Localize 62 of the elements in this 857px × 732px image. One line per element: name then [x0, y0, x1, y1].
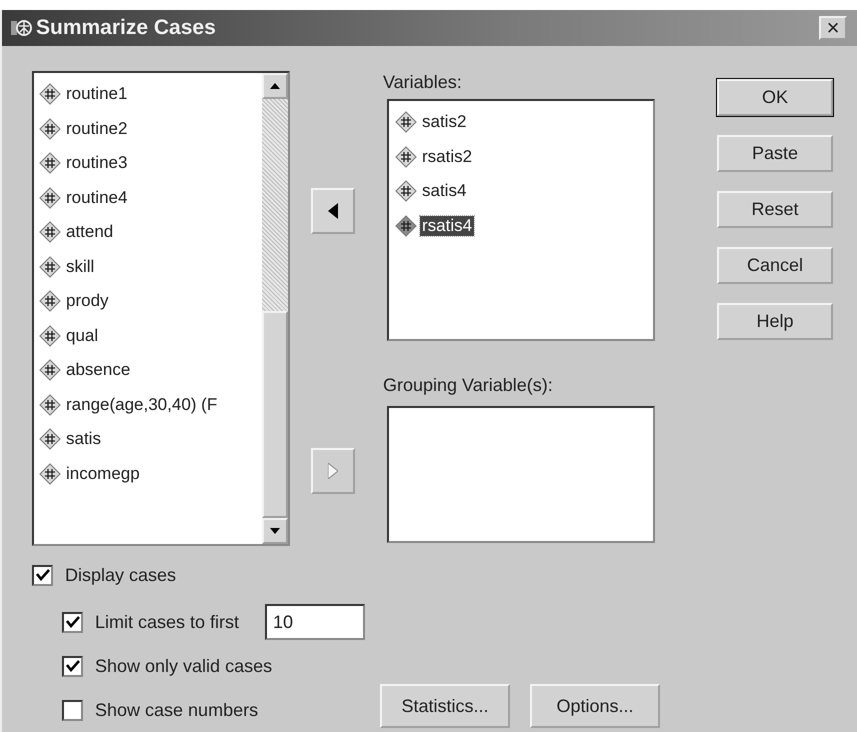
variable-list-item[interactable]: range(age,30,40) (F — [64, 394, 220, 415]
variable-list-item[interactable]: incomegp — [64, 464, 142, 484]
variable-list-item[interactable]: absence — [64, 360, 132, 380]
numeric-variable-icon — [395, 214, 417, 237]
checkbox-label: Display cases — [65, 564, 176, 586]
scrollbar[interactable] — [262, 73, 288, 544]
variable-list-item[interactable]: routine3 — [64, 153, 130, 174]
grouping-variables-label: Grouping Variable(s): — [383, 374, 554, 397]
variable-list-item[interactable]: satis4 — [420, 181, 468, 202]
numeric-variable-icon — [39, 186, 61, 209]
dialog-button[interactable]: Reset — [717, 191, 833, 228]
checkbox-label: Limit cases to first — [95, 612, 240, 632]
numeric-variable-icon — [39, 462, 61, 485]
variable-list-item[interactable]: attend — [64, 222, 116, 242]
numeric-variable-icon — [39, 118, 61, 140]
variable-list-item[interactable]: qual — [64, 326, 100, 346]
numeric-variable-icon — [395, 111, 417, 134]
dialog-button[interactable]: Paste — [717, 135, 833, 172]
right-triangle-icon — [328, 463, 338, 479]
source-variable-list[interactable]: routine1 routine2 routine3 routine4 attend skill prody qual absence range(age,30,40) (F satis incomegp — [32, 71, 290, 546]
dialog-button[interactable]: Cancel — [717, 247, 833, 284]
numeric-variable-icon — [39, 256, 61, 278]
dialog-button[interactable]: Statistics... — [380, 684, 510, 728]
variables-label: Variables: — [383, 71, 463, 94]
checkbox[interactable] — [32, 564, 53, 586]
variable-list-item[interactable]: routine4 — [64, 188, 130, 208]
numeric-variable-icon — [39, 152, 61, 174]
grouping-variables-list[interactable] — [387, 406, 655, 543]
checkbox-label: Show case numbers — [95, 700, 258, 720]
numeric-variable-icon — [39, 359, 61, 382]
variable-list-item[interactable]: routine2 — [64, 118, 130, 139]
move-left-button[interactable] — [310, 188, 354, 234]
variable-list-item[interactable]: skill — [64, 256, 96, 277]
checkbox[interactable] — [62, 656, 83, 676]
checkbox-label: Show only valid cases — [95, 656, 272, 676]
variable-list-item[interactable]: satis — [64, 429, 103, 450]
checkbox[interactable] — [62, 612, 83, 632]
numeric-variable-icon — [39, 324, 61, 347]
variable-list-item[interactable]: routine1 — [64, 84, 130, 104]
numeric-variable-icon — [39, 394, 61, 416]
variable-list-item[interactable]: prody — [64, 291, 111, 312]
numeric-variable-icon — [39, 428, 61, 450]
down-arrow-icon — [270, 528, 280, 534]
variable-list-item[interactable]: rsatis2 — [420, 146, 474, 167]
numeric-variable-icon — [395, 146, 417, 168]
case-limit-field[interactable]: 10 — [265, 604, 366, 640]
close-button[interactable]: × — [819, 16, 847, 40]
numeric-variable-icon — [39, 83, 61, 106]
window-title: Summarize Cases — [36, 16, 217, 40]
variables-list[interactable]: satis2 rsatis2 satis4 rsatis4 — [387, 99, 655, 341]
variable-list-item[interactable]: satis2 — [420, 112, 468, 132]
variable-list-item[interactable]: rsatis4 — [420, 216, 474, 236]
numeric-variable-icon — [39, 290, 61, 312]
app-icon — [10, 18, 32, 38]
dialog-button[interactable]: Help — [717, 303, 833, 340]
dialog-button[interactable]: Options... — [530, 684, 660, 728]
up-arrow-icon — [270, 83, 280, 89]
numeric-variable-icon — [39, 221, 61, 244]
checkbox[interactable] — [62, 700, 83, 720]
left-triangle-icon — [328, 203, 338, 219]
numeric-variable-icon — [395, 180, 417, 202]
dialog-button[interactable]: OK — [717, 79, 833, 116]
